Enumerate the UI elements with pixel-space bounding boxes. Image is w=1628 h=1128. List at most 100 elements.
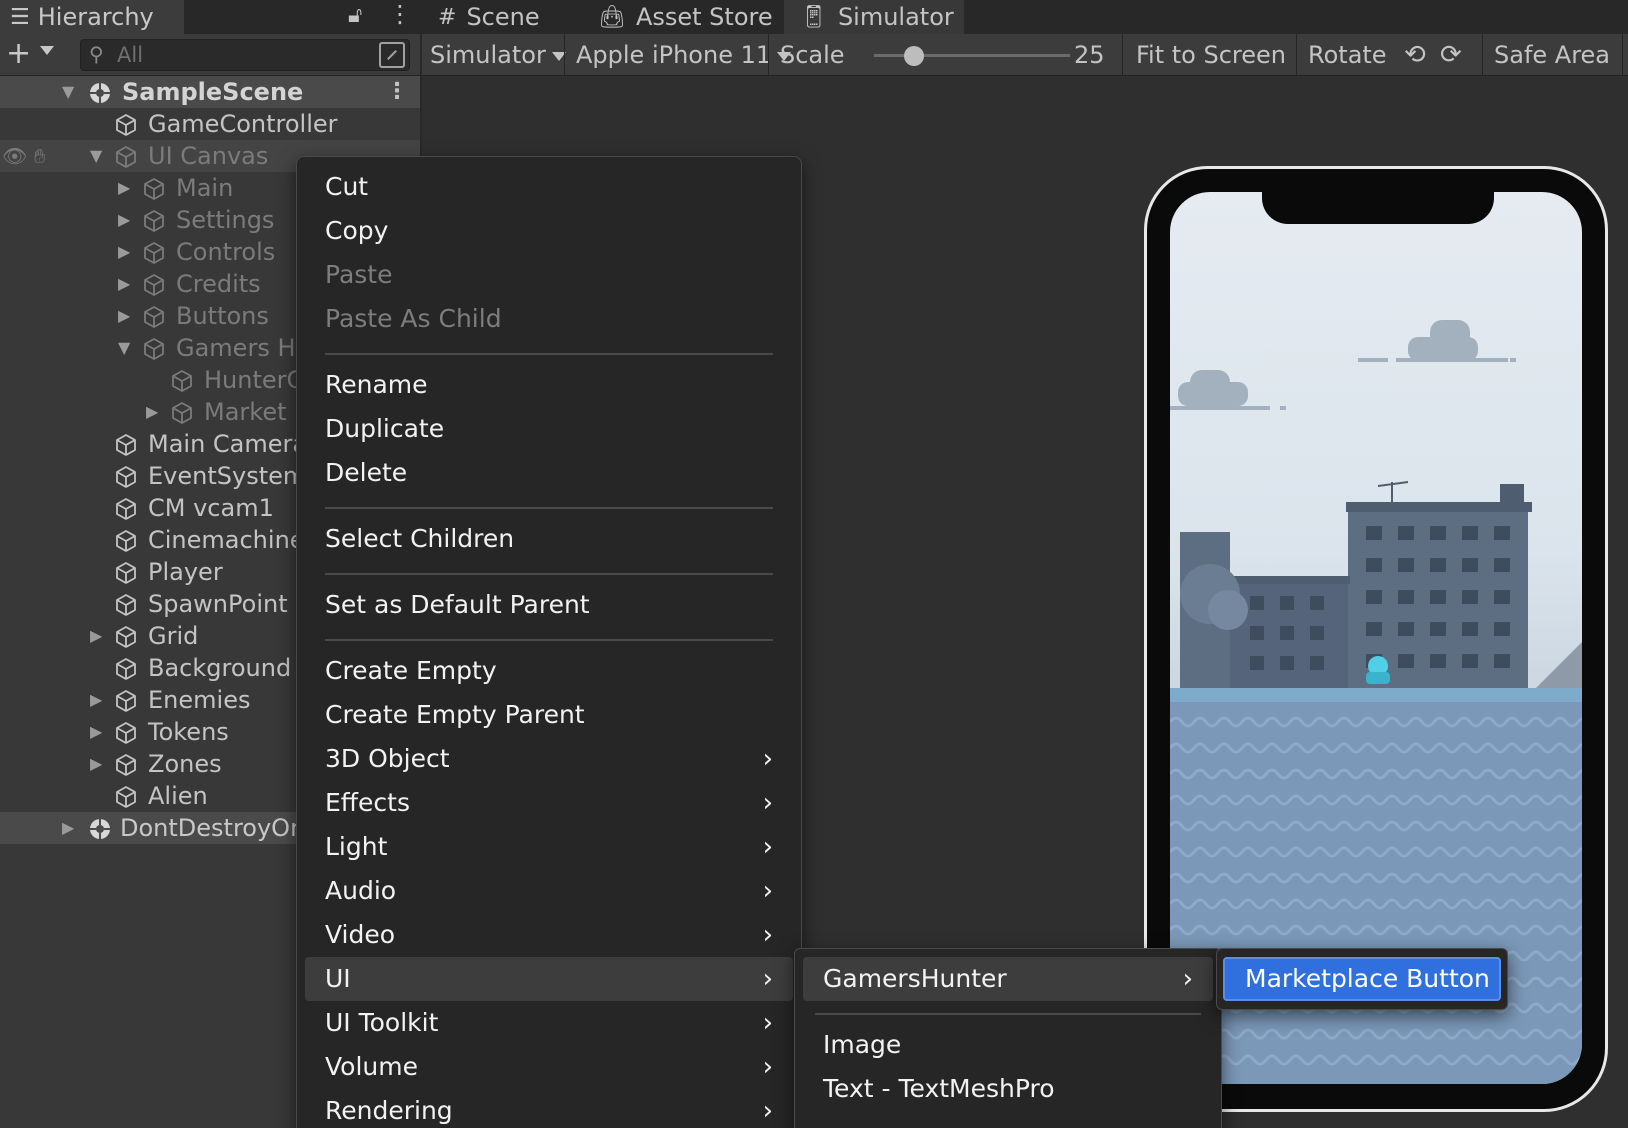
menu-item-paste[interactable]: Paste — [305, 253, 793, 297]
hierarchy-item-label: Gamers Hu — [176, 334, 311, 362]
expand-arrow-icon[interactable]: ▶ — [118, 236, 130, 268]
tab-scene-label: Scene — [466, 3, 540, 31]
hierarchy-toolbar: + ⚲ — [0, 34, 420, 76]
menu-item-ui-toolkit[interactable]: UI Toolkit › — [305, 1001, 793, 1045]
search-by-type-icon[interactable] — [379, 42, 405, 68]
fit-to-screen-button[interactable]: Fit to Screen — [1136, 34, 1286, 76]
gameobject-cube-icon — [116, 786, 136, 808]
menu-item-label: Audio — [325, 876, 397, 905]
hierarchy-item[interactable]: GameController — [0, 108, 420, 140]
hierarchy-tab-label: Hierarchy — [37, 3, 154, 31]
tab-asset-store[interactable]: 👜︎ Asset Store — [582, 0, 782, 34]
gameobject-cube-icon — [144, 242, 164, 264]
gameobject-cube-icon — [116, 658, 136, 680]
gameobject-cube-icon — [144, 338, 164, 360]
menu-separator — [815, 1013, 1201, 1015]
hierarchy-tab[interactable]: ☰ Hierarchy — [0, 0, 184, 34]
chevron-right-icon: › — [762, 876, 773, 906]
hierarchy-item-label: GameController — [148, 110, 338, 138]
scale-label: Scale — [780, 41, 845, 69]
ui-submenu: GamersHunter › Image Text - TextMeshPro — [794, 948, 1222, 1128]
hierarchy-item-label: Credits — [176, 270, 261, 298]
expand-arrow-icon[interactable]: ▶ — [118, 172, 130, 204]
gameobject-cube-icon — [116, 530, 136, 552]
chevron-right-icon: › — [762, 832, 773, 862]
lock-icon[interactable]: 🔓︎ — [348, 3, 362, 28]
pickable-icon[interactable]: ✋︎ — [34, 140, 45, 172]
hierarchy-search[interactable]: ⚲ — [80, 39, 410, 71]
gameobject-cube-icon — [116, 498, 136, 520]
gameobject-cube-icon — [144, 210, 164, 232]
safe-area-button[interactable]: Safe Area — [1494, 34, 1610, 76]
expand-arrow-icon[interactable]: ▶ — [62, 812, 74, 844]
menu-item-text-tmp[interactable]: Text - TextMeshPro — [803, 1067, 1213, 1111]
chevron-right-icon: › — [762, 744, 773, 774]
expand-arrow-icon[interactable]: ▶ — [118, 268, 130, 300]
menu-item-image[interactable]: Image — [803, 1023, 1213, 1067]
menu-item-ui[interactable]: UI › — [305, 957, 793, 1001]
scale-slider-handle[interactable] — [904, 46, 924, 66]
scene-menu-icon[interactable]: ⋮ — [386, 76, 408, 108]
menu-item-rendering[interactable]: Rendering › — [305, 1089, 793, 1128]
menu-item-set-default-parent[interactable]: Set as Default Parent — [305, 583, 793, 627]
menu-item-rename[interactable]: Rename — [305, 363, 793, 407]
menu-item-copy[interactable]: Copy — [305, 209, 793, 253]
menu-item-audio[interactable]: Audio › — [305, 869, 793, 913]
hierarchy-item-label: CM vcam1 — [148, 494, 274, 522]
expand-arrow-icon[interactable]: ▶ — [90, 748, 102, 780]
hierarchy-item-label: Main — [176, 174, 234, 202]
menu-item-select-children[interactable]: Select Children — [305, 517, 793, 561]
gameobject-cube-icon — [172, 370, 192, 392]
scale-value[interactable]: 25 — [1074, 34, 1105, 76]
menu-item-video[interactable]: Video › — [305, 913, 793, 957]
menu-item-marketplace-button[interactable]: Marketplace Button — [1223, 957, 1501, 1001]
expand-arrow-icon[interactable]: ▼ — [62, 76, 74, 108]
menu-item-light[interactable]: Light › — [305, 825, 793, 869]
rotate-left-icon[interactable]: ⟲ — [1404, 34, 1426, 76]
scene-row[interactable]: ▼ SampleScene ⋮ — [0, 76, 420, 108]
menu-item-gamershunter[interactable]: GamersHunter › — [803, 957, 1213, 1001]
mode-dropdown[interactable]: Simulator — [430, 34, 566, 76]
menu-item-duplicate[interactable]: Duplicate — [305, 407, 793, 451]
menu-item-label: Light — [325, 832, 388, 861]
chevron-right-icon: › — [762, 1008, 773, 1038]
chevron-right-icon: › — [1182, 964, 1193, 994]
gameobject-cube-icon — [116, 434, 136, 456]
tab-scene[interactable]: # Scene — [422, 0, 582, 34]
rotate-right-icon[interactable]: ⟳ — [1440, 34, 1462, 76]
expand-arrow-icon[interactable]: ▶ — [90, 684, 102, 716]
expand-arrow-icon[interactable]: ▶ — [90, 620, 102, 652]
tab-simulator[interactable]: 📱︎ Simulator — [784, 0, 964, 34]
expand-arrow-icon[interactable]: ▼ — [90, 140, 102, 172]
chevron-right-icon: › — [762, 788, 773, 818]
menu-item-3d-object[interactable]: 3D Object › — [305, 737, 793, 781]
menu-item-delete[interactable]: Delete — [305, 451, 793, 495]
expand-arrow-icon[interactable]: ▶ — [118, 204, 130, 236]
hierarchy-item-label: Zones — [148, 750, 222, 778]
phone-icon: 📱︎ — [800, 4, 828, 30]
gameobject-cube-icon — [116, 690, 136, 712]
add-dropdown-icon[interactable] — [40, 46, 54, 55]
menu-item-volume[interactable]: Volume › — [305, 1045, 793, 1089]
search-input[interactable] — [117, 42, 357, 68]
expand-arrow-icon[interactable]: ▶ — [118, 300, 130, 332]
rotate-label: Rotate — [1308, 41, 1387, 69]
menu-item-effects[interactable]: Effects › — [305, 781, 793, 825]
device-dropdown[interactable]: Apple iPhone 11 — [576, 34, 792, 76]
menu-item-create-empty[interactable]: Create Empty — [305, 649, 793, 693]
visibility-icon[interactable]: 👁︎ — [2, 140, 27, 172]
more-options-icon[interactable]: ⋮ — [388, 0, 412, 28]
expand-arrow-icon[interactable]: ▼ — [118, 332, 130, 364]
scene-name: SampleScene — [122, 78, 304, 106]
menu-item-create-empty-parent[interactable]: Create Empty Parent — [305, 693, 793, 737]
simulator-toolbar: Simulator Apple iPhone 11 Scale 25 Fit t… — [422, 34, 1628, 76]
expand-arrow-icon[interactable]: ▶ — [146, 396, 158, 428]
gameobject-cube-icon — [116, 146, 136, 168]
add-icon[interactable]: + — [6, 38, 31, 70]
expand-arrow-icon[interactable]: ▶ — [90, 716, 102, 748]
tab-simulator-label: Simulator — [837, 3, 954, 31]
hierarchy-tabbar: ☰ Hierarchy 🔓︎ ⋮ — [0, 0, 420, 34]
menu-item-cut[interactable]: Cut — [305, 165, 793, 209]
grid-icon: # — [438, 4, 457, 30]
menu-item-paste-as-child[interactable]: Paste As Child — [305, 297, 793, 341]
